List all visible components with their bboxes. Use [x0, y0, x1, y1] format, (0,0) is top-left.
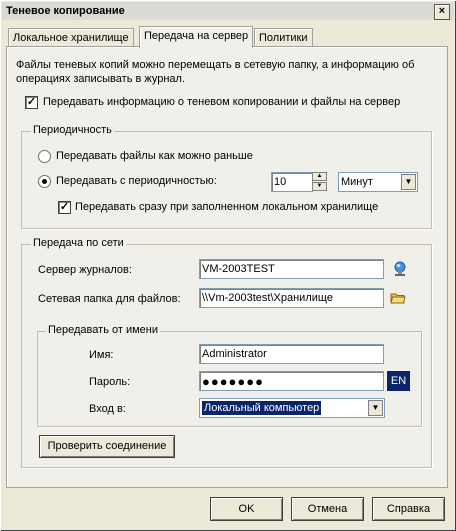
- periodicity-group-label: Периодичность: [31, 124, 114, 136]
- radio-periodic-label: Передавать с периодичностью:: [56, 175, 217, 187]
- name-label: Имя:: [89, 349, 114, 361]
- tab-local-storage[interactable]: Локальное хранилище: [8, 28, 134, 47]
- radio-asap-label: Передавать файлы как можно раньше: [56, 150, 253, 162]
- window-title: Теневое копирование: [6, 5, 125, 17]
- name-input[interactable]: Administrator: [199, 344, 384, 364]
- login-select[interactable]: Локальный компьютер ▼: [199, 398, 385, 418]
- send-to-server-label: Передавать информацию о теневом копирова…: [43, 96, 401, 108]
- close-button[interactable]: ×: [434, 4, 450, 20]
- help-button[interactable]: Справка: [372, 497, 445, 521]
- chevron-down-icon[interactable]: ▼: [401, 174, 416, 190]
- tab-policies[interactable]: Политики: [254, 28, 313, 47]
- test-connection-button[interactable]: Проверить соединение: [39, 435, 175, 458]
- share-label: Сетевая папка для файлов:: [38, 293, 181, 305]
- full-storage-label: Передавать сразу при заполненном локальн…: [75, 201, 379, 213]
- share-input[interactable]: \\Vm-2003test\Хранилище: [199, 288, 384, 308]
- full-storage-checkbox[interactable]: ✓: [58, 201, 71, 214]
- tab-server-transfer[interactable]: Передача на сервер: [139, 26, 254, 48]
- password-input[interactable]: ●●●●●●●: [199, 371, 384, 391]
- log-server-input[interactable]: VM-2003TEST: [199, 259, 384, 279]
- send-to-server-checkbox[interactable]: ✓: [25, 96, 38, 109]
- dialog-window: Теневое копирование × Локальное хранилищ…: [0, 0, 456, 531]
- login-label: Вход в:: [89, 403, 126, 415]
- impersonate-group-label: Передавать от имени: [46, 324, 160, 336]
- server-browse-icon[interactable]: [391, 261, 407, 277]
- spin-up-icon[interactable]: ▲: [312, 172, 327, 181]
- spin-down-icon[interactable]: ▼: [312, 182, 327, 191]
- log-server-label: Сервер журналов:: [38, 264, 132, 276]
- cancel-button[interactable]: Отмена: [291, 497, 364, 521]
- interval-spinner[interactable]: ▲ ▼: [312, 172, 327, 192]
- network-group-label: Передача по сети: [31, 237, 126, 249]
- unit-select-value: Минут: [341, 176, 373, 188]
- unit-select[interactable]: Минут ▼: [338, 172, 418, 192]
- title-bar: Теневое копирование ×: [2, 2, 454, 20]
- folder-browse-icon[interactable]: [390, 290, 406, 306]
- password-label: Пароль:: [89, 376, 131, 388]
- radio-asap[interactable]: [38, 150, 51, 163]
- language-badge[interactable]: EN: [387, 371, 410, 391]
- radio-periodic[interactable]: [38, 175, 51, 188]
- ok-button[interactable]: OK: [210, 497, 283, 521]
- description-text: Файлы теневых копий можно перемещать в с…: [16, 59, 415, 85]
- interval-input[interactable]: 10: [271, 172, 313, 192]
- login-select-value: Локальный компьютер: [202, 401, 322, 415]
- chevron-down-icon[interactable]: ▼: [368, 400, 383, 416]
